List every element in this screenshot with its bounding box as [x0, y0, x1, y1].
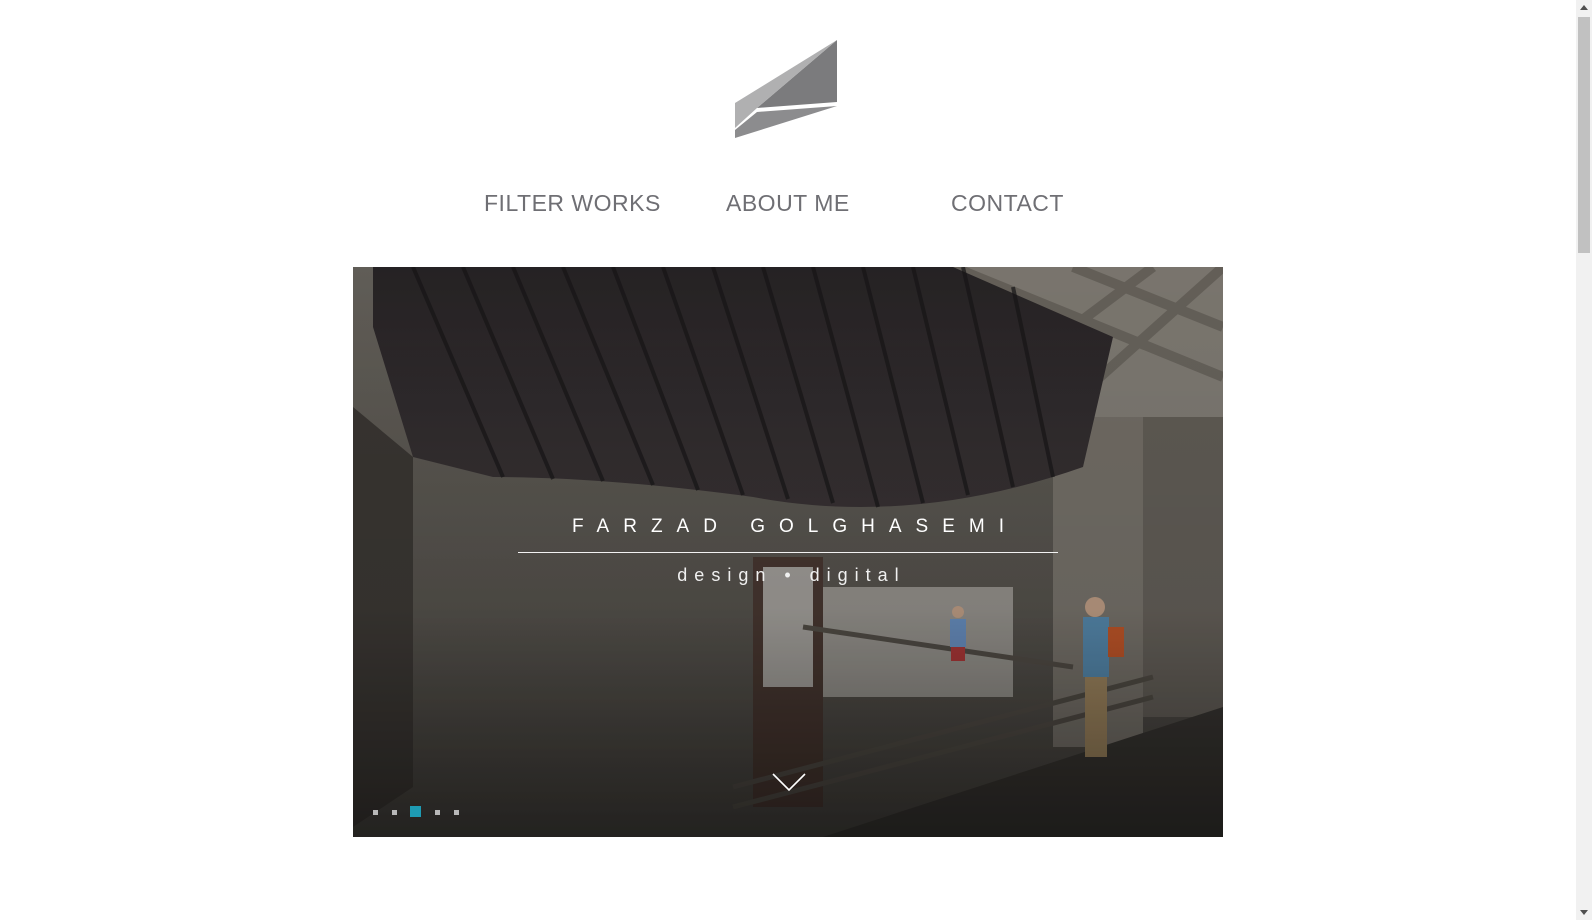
slide-dot-3-active[interactable]	[410, 806, 421, 817]
triangle-logo-icon[interactable]	[733, 38, 839, 140]
slide-dot-5[interactable]	[454, 810, 459, 815]
nav-about-me[interactable]: ABOUT ME	[726, 190, 850, 216]
scroll-down-arrow-icon[interactable]	[1576, 904, 1592, 920]
scrollbar-thumb[interactable]	[1578, 17, 1590, 253]
hero-subtitle: design • digital	[677, 565, 906, 585]
hero-slider[interactable]: FARZAD GOLGHASEMI design • digital	[353, 267, 1223, 837]
vertical-scrollbar[interactable]	[1576, 0, 1592, 920]
nav-contact[interactable]: CONTACT	[951, 190, 1064, 216]
title-divider	[518, 552, 1058, 553]
scroll-up-arrow-icon[interactable]	[1576, 0, 1592, 16]
slide-dot-1[interactable]	[373, 810, 378, 815]
hero-title: FARZAD GOLGHASEMI	[572, 516, 1018, 537]
nav-filter-works[interactable]: FILTER WORKS	[484, 190, 661, 216]
slide-dot-4[interactable]	[435, 810, 440, 815]
slide-dot-2[interactable]	[392, 810, 397, 815]
page: FILTER WORKS ABOUT ME CONTACT FARZAD GOL…	[0, 0, 1576, 920]
chevron-down-icon[interactable]	[771, 772, 807, 792]
